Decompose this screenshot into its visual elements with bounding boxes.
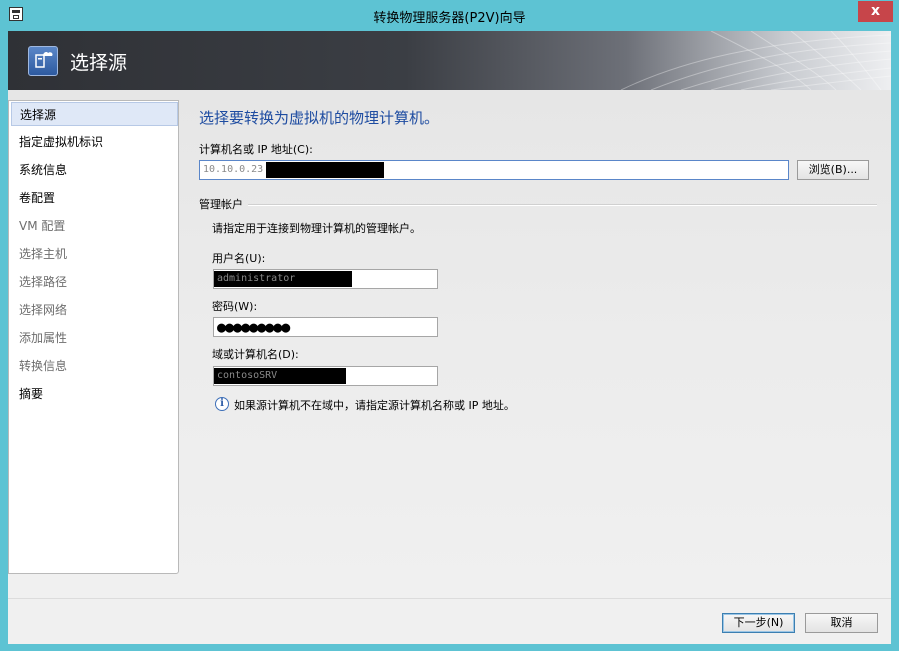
- password-label: 密码(W):: [212, 300, 258, 313]
- title-bar[interactable]: 转换物理服务器(P2V)向导 x: [0, 0, 899, 31]
- domain-value: contosoSRV: [217, 370, 278, 381]
- info-icon: i: [215, 397, 229, 411]
- next-button[interactable]: 下一步(N): [722, 613, 795, 633]
- domain-label: 域或计算机名(D):: [212, 348, 299, 361]
- step-select-source[interactable]: 选择源: [11, 102, 178, 126]
- info-message: 如果源计算机不在域中，请指定源计算机名称或 IP 地址。: [234, 399, 515, 412]
- client-area: 选择源 选择源 指定虚拟机标识 系统信息 卷配置 VM 配置 选择主机 选择路径…: [8, 31, 891, 644]
- step-system-info[interactable]: 系统信息: [11, 158, 178, 182]
- step-conversion-info: 转换信息: [19, 359, 68, 373]
- wizard-window: 转换物理服务器(P2V)向导 x 选择源 选择源 指定虚拟机标识 系统信息 卷配…: [0, 0, 899, 651]
- window-title: 转换物理服务器(P2V)向导: [373, 11, 526, 26]
- page-title: 选择源: [70, 52, 128, 74]
- header-banner: 选择源: [8, 31, 891, 90]
- admin-account-description: 请指定用于连接到物理计算机的管理帐户。: [212, 222, 421, 235]
- computer-name-input[interactable]: 10.10.0.23: [199, 160, 789, 180]
- step-vm-identity[interactable]: 指定虚拟机标识: [11, 130, 178, 154]
- step-vm-config: VM 配置: [19, 219, 66, 233]
- password-input[interactable]: ●●●●●●●●●: [213, 317, 438, 337]
- content-area: 选择源 指定虚拟机标识 系统信息 卷配置 VM 配置 选择主机 选择路径 选择网…: [8, 90, 891, 598]
- step-select-host: 选择主机: [19, 247, 68, 261]
- password-masked-value: ●●●●●●●●●: [217, 318, 290, 336]
- p2v-wizard-icon: [28, 46, 58, 76]
- step-volume-config[interactable]: 卷配置: [11, 186, 178, 210]
- step-select-network: 选择网络: [19, 303, 68, 317]
- admin-account-group-title: 管理帐户: [199, 198, 243, 211]
- main-panel: 选择要转换为虚拟机的物理计算机。 计算机名或 IP 地址(C): 10.10.0…: [179, 90, 891, 598]
- username-value: administrator: [217, 273, 296, 284]
- step-add-properties: 添加属性: [19, 331, 68, 345]
- redaction-block: [266, 162, 384, 178]
- close-button[interactable]: x: [858, 1, 893, 22]
- wizard-footer: 下一步(N) 取消: [8, 598, 891, 644]
- computer-name-value: 10.10.0.23: [203, 164, 264, 175]
- step-select-path: 选择路径: [19, 275, 68, 289]
- username-input[interactable]: administrator: [213, 269, 438, 289]
- cancel-button[interactable]: 取消: [805, 613, 878, 633]
- computer-name-label: 计算机名或 IP 地址(C):: [199, 143, 313, 156]
- group-divider: [248, 204, 877, 206]
- step-summary[interactable]: 摘要: [11, 382, 178, 406]
- domain-input[interactable]: contosoSRV: [213, 366, 438, 386]
- banner-decoration: [620, 31, 891, 90]
- wizard-step-list: 选择源 指定虚拟机标识 系统信息 卷配置 VM 配置 选择主机 选择路径 选择网…: [8, 100, 179, 574]
- browse-button[interactable]: 浏览(B)...: [797, 160, 869, 180]
- section-heading: 选择要转换为虚拟机的物理计算机。: [199, 109, 440, 127]
- username-label: 用户名(U):: [212, 252, 266, 265]
